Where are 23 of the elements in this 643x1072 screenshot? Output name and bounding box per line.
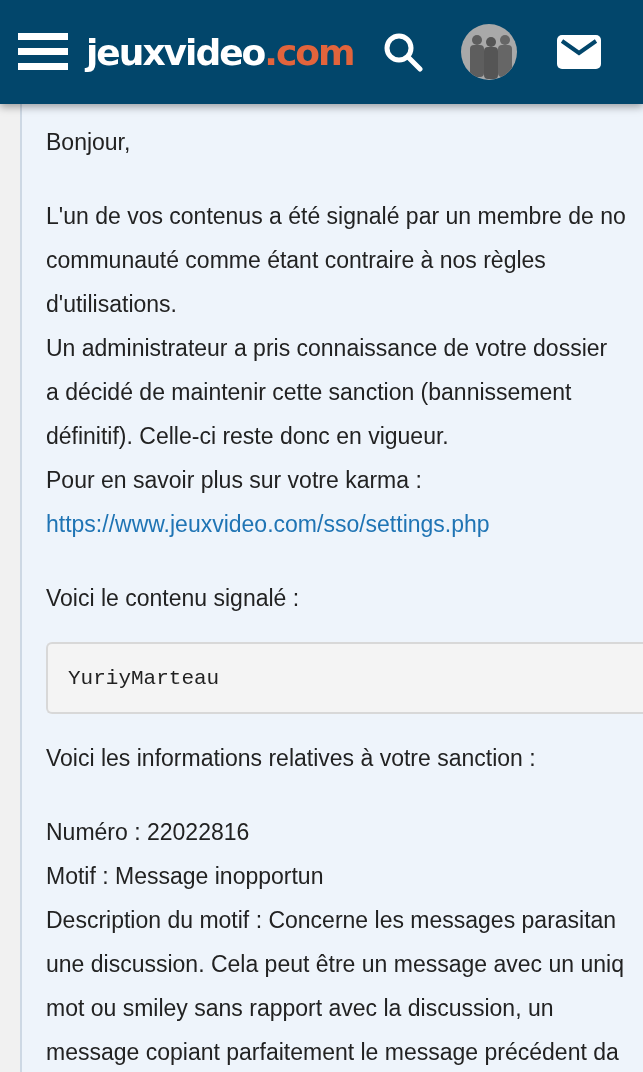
avatar-icon[interactable] (461, 24, 517, 80)
message-line: Numéro : 22022816 (46, 818, 251, 847)
message-line: une discussion. Cela peut être un message avec un uniq (46, 950, 625, 979)
message-line: Voici les informations relatives à votre sanction : (46, 744, 537, 773)
reported-content: YuriyMarteau (46, 642, 643, 714)
mail-icon[interactable] (557, 35, 601, 69)
settings-link[interactable]: https://www.jeuxvideo.com/sso/settings.php (46, 502, 643, 546)
message-line: Bonjour, (46, 128, 132, 157)
message-line: Motif : Message inopportun (46, 862, 325, 891)
site-logo[interactable]: jeuxvideo.com (86, 31, 354, 73)
message-line: a décidé de maintenir cette sanction (bannissement (46, 378, 573, 407)
message-line: Un administrateur a pris connaissance de votre dossier (46, 334, 609, 363)
message-line: Voici le contenu signalé : (46, 584, 301, 613)
message-line: Pour en savoir plus sur votre karma : (46, 466, 423, 495)
message-line: message copiant parfaitement le message précédent da (46, 1038, 620, 1067)
message-line: communauté comme étant contraire à nos règles (46, 246, 547, 275)
message-line: d'utilisations. (46, 290, 178, 319)
menu-icon[interactable] (18, 32, 68, 72)
message-line: L'un de vos contenus a été signalé par un membre de no (46, 202, 627, 231)
message-line: mot ou smiley sans rapport avec la discussion, un (46, 994, 555, 1023)
search-icon[interactable] (383, 32, 423, 72)
message-line: Description du motif : Concerne les messages parasitan (46, 906, 618, 935)
message-line: définitif). Celle-ci reste donc en vigueur. (46, 422, 450, 451)
